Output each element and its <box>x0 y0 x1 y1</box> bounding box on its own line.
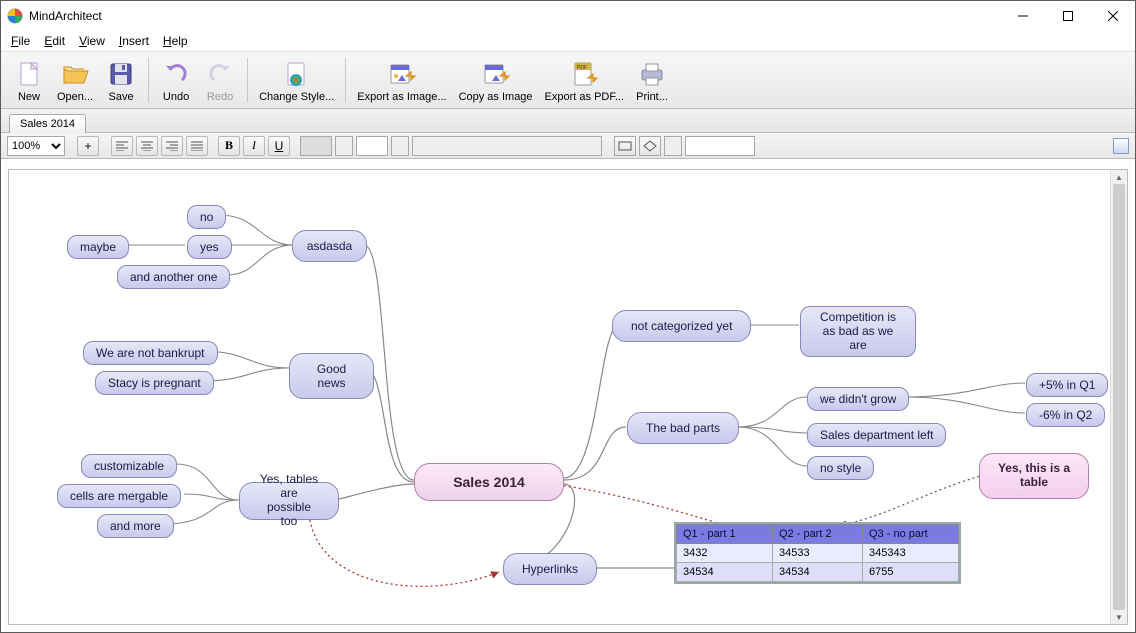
align-center-button[interactable] <box>136 136 158 156</box>
node-annotation[interactable]: Yes, this is a table <box>979 453 1089 499</box>
fill-color-dropdown[interactable] <box>391 136 409 156</box>
scroll-up-arrow[interactable]: ▲ <box>1111 170 1127 184</box>
text-color-swatch[interactable] <box>300 136 332 156</box>
maximize-button[interactable] <box>1045 2 1090 30</box>
toolbar-separator <box>148 58 149 102</box>
save-button[interactable]: Save <box>99 53 143 107</box>
node-mergable[interactable]: cells are mergable <box>57 484 181 508</box>
menu-edit[interactable]: Edit <box>38 33 71 49</box>
shape-dropdown[interactable] <box>664 136 682 156</box>
open-button[interactable]: Open... <box>51 53 99 107</box>
node-asdasda[interactable]: asdasda <box>292 230 367 262</box>
zoom-select[interactable]: 100% <box>7 136 65 156</box>
shape-diamond-button[interactable] <box>639 136 661 156</box>
node-bankrupt[interactable]: We are not bankrupt <box>83 341 218 365</box>
table-header: Q2 - part 2 <box>773 525 863 544</box>
scroll-down-arrow[interactable]: ▼ <box>1111 610 1127 624</box>
add-node-button[interactable]: + <box>77 136 99 156</box>
node-maybe[interactable]: maybe <box>67 235 129 259</box>
window-title: MindArchitect <box>29 9 1000 23</box>
node-another[interactable]: and another one <box>117 265 230 289</box>
table-header: Q1 - part 1 <box>677 525 773 544</box>
align-right-button[interactable] <box>161 136 183 156</box>
node-tables[interactable]: Yes, tables are possible too <box>239 482 339 520</box>
node-yes[interactable]: yes <box>187 235 232 259</box>
underline-button[interactable]: U <box>268 136 290 156</box>
node-stacy[interactable]: Stacy is pregnant <box>95 371 214 395</box>
table-cell[interactable]: 3432 <box>677 544 773 563</box>
title-bar: MindArchitect <box>1 1 1135 31</box>
panel-toggle-icon[interactable] <box>1113 138 1129 154</box>
close-button[interactable] <box>1090 2 1135 30</box>
align-left-button[interactable] <box>111 136 133 156</box>
minimize-button[interactable] <box>1000 2 1045 30</box>
node-no[interactable]: no <box>187 205 226 229</box>
export-pdf-button[interactable]: PDF Export as PDF... <box>539 53 630 107</box>
menu-file[interactable]: File <box>5 33 36 49</box>
vertical-scrollbar[interactable]: ▲ ▼ <box>1110 170 1127 624</box>
table-cell[interactable]: 345343 <box>863 544 959 563</box>
node-q2down[interactable]: -6% in Q2 <box>1026 403 1105 427</box>
node-notcat[interactable]: not categorized yet <box>612 310 751 342</box>
print-button[interactable]: Print... <box>630 53 674 107</box>
new-button[interactable]: New <box>7 53 51 107</box>
font-combo[interactable] <box>412 136 602 156</box>
node-q1up[interactable]: +5% in Q1 <box>1026 373 1108 397</box>
text-color-dropdown[interactable] <box>335 136 353 156</box>
export-image-button[interactable]: Export as Image... <box>351 53 452 107</box>
embedded-table[interactable]: Q1 - part 1 Q2 - part 2 Q3 - no part 343… <box>674 522 961 584</box>
menu-insert[interactable]: Insert <box>113 33 155 49</box>
node-customizable[interactable]: customizable <box>81 454 177 478</box>
change-style-button[interactable]: Change Style... <box>253 53 340 107</box>
style-combo[interactable] <box>685 136 755 156</box>
shape-rect-button[interactable] <box>614 136 636 156</box>
fill-color-swatch[interactable] <box>356 136 388 156</box>
bold-button[interactable]: B <box>218 136 240 156</box>
table-cell[interactable]: 34534 <box>677 563 773 582</box>
table-header: Q3 - no part <box>863 525 959 544</box>
toolbar-separator <box>345 58 346 102</box>
document-tab[interactable]: Sales 2014 <box>9 114 86 133</box>
node-grow[interactable]: we didn't grow <box>807 387 909 411</box>
format-bar: 100% + B I U <box>1 133 1135 159</box>
node-competition[interactable]: Competition is as bad as we are <box>800 306 916 357</box>
scroll-thumb[interactable] <box>1113 184 1125 610</box>
canvas-area[interactable]: Sales 2014 asdasda no yes and another on… <box>8 169 1128 625</box>
svg-text:PDF: PDF <box>577 65 587 71</box>
node-badparts[interactable]: The bad parts <box>627 412 739 444</box>
menu-view[interactable]: View <box>73 33 111 49</box>
app-icon <box>7 8 23 24</box>
node-salesleft[interactable]: Sales department left <box>807 423 946 447</box>
menu-bar: File Edit View Insert Help <box>1 31 1135 51</box>
align-justify-button[interactable] <box>186 136 208 156</box>
menu-help[interactable]: Help <box>157 33 194 49</box>
table-cell[interactable]: 34534 <box>773 563 863 582</box>
node-nostyle[interactable]: no style <box>807 456 874 480</box>
undo-button[interactable]: Undo <box>154 53 198 107</box>
copy-image-button[interactable]: Copy as Image <box>453 53 539 107</box>
node-hyperlinks[interactable]: Hyperlinks <box>503 553 597 585</box>
table-cell[interactable]: 6755 <box>863 563 959 582</box>
main-toolbar: New Open... Save Undo Redo Change Style.… <box>1 51 1135 109</box>
table-cell[interactable]: 34533 <box>773 544 863 563</box>
toolbar-separator <box>247 58 248 102</box>
redo-button[interactable]: Redo <box>198 53 242 107</box>
italic-button[interactable]: I <box>243 136 265 156</box>
root-node[interactable]: Sales 2014 <box>414 463 564 501</box>
node-andmore[interactable]: and more <box>97 514 174 538</box>
node-goodnews[interactable]: Good news <box>289 353 374 399</box>
tab-strip: Sales 2014 <box>1 109 1135 133</box>
